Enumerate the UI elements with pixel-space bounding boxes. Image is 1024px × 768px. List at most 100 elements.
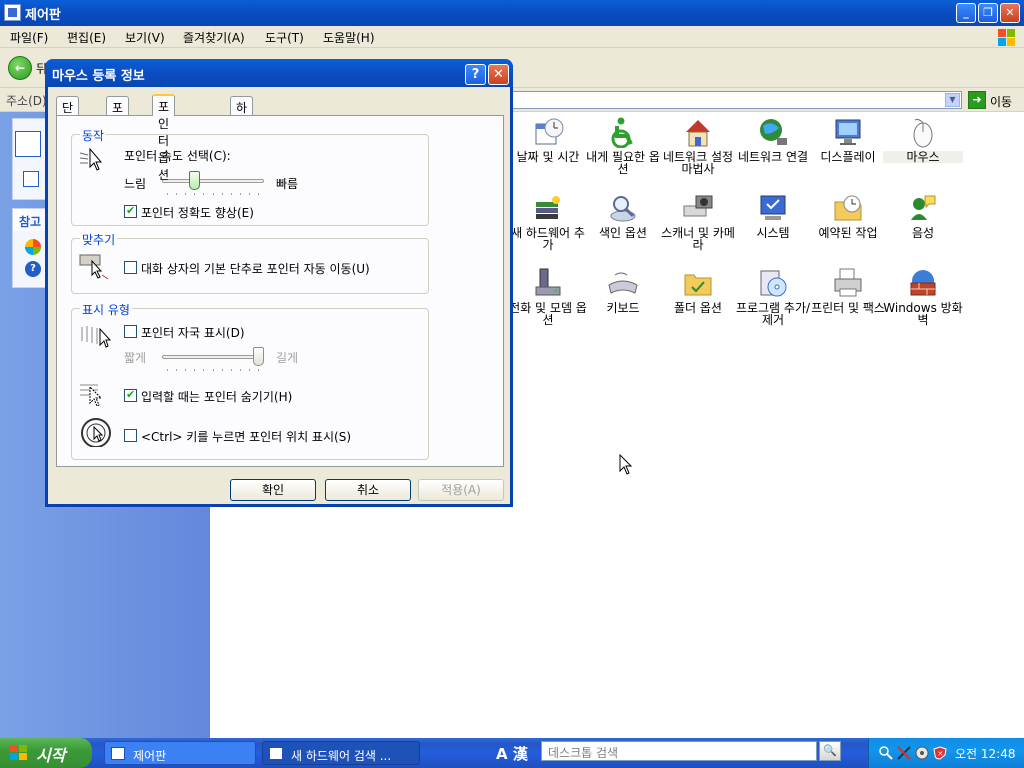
visibility-group-title: 표시 유형 bbox=[80, 301, 132, 318]
snap-checkbox[interactable] bbox=[124, 261, 137, 274]
fast-label: 빠름 bbox=[276, 177, 299, 191]
slider-tick bbox=[212, 369, 214, 371]
slider-tick bbox=[194, 193, 196, 195]
cp-item-phone-modem[interactable]: 전화 및 모뎀 옵션 bbox=[508, 267, 588, 326]
precision-label[interactable]: 포인터 정확도 향상(E) bbox=[141, 204, 254, 221]
window-title: 제어판 bbox=[25, 8, 61, 23]
windows-update-icon[interactable] bbox=[25, 239, 41, 255]
tab-pointers[interactable]: 포인터 bbox=[106, 96, 130, 149]
close-button[interactable]: ✕ bbox=[1000, 3, 1020, 23]
menu-edit[interactable]: 편집(E) bbox=[67, 29, 106, 46]
ime-indicator[interactable]: A 漢 bbox=[496, 743, 528, 764]
cp-item-scanner-camera[interactable]: 스캐너 및 카메라 bbox=[658, 192, 738, 251]
hide-pointer-label[interactable]: 입력할 때는 포인터 숨기기(H) bbox=[141, 388, 292, 405]
search-icon[interactable]: 🔍 bbox=[819, 741, 841, 761]
desktop-search-input[interactable]: 데스크톱 검색 bbox=[541, 741, 817, 761]
go-button[interactable]: 이동 bbox=[990, 93, 1012, 110]
cancel-button[interactable]: 취소 bbox=[325, 479, 411, 501]
cp-item-keyboard[interactable]: 키보드 bbox=[583, 267, 663, 314]
magnifier-tray-icon[interactable] bbox=[879, 746, 893, 760]
speed-slider-thumb[interactable] bbox=[189, 171, 201, 190]
dialog-title: 마우스 등록 정보 bbox=[52, 69, 145, 84]
cp-item-printers-faxes[interactable]: 프린터 및 팩스 bbox=[808, 267, 888, 314]
cp-item-add-remove-programs[interactable]: 프로그램 추가/제거 bbox=[733, 267, 813, 326]
speed-slider-ticks bbox=[162, 193, 264, 197]
address-label: 주소(D) bbox=[6, 94, 47, 108]
dialog-titlebar[interactable]: 마우스 등록 정보 ? ✕ bbox=[45, 59, 513, 87]
long-label: 길게 bbox=[276, 351, 299, 365]
help-icon[interactable]: ? bbox=[25, 261, 41, 277]
slider-tick bbox=[221, 193, 223, 195]
address-input[interactable]: ▼ bbox=[470, 91, 962, 109]
minimize-button[interactable]: _ bbox=[956, 3, 976, 23]
cp-item-speech[interactable]: 음성 bbox=[883, 192, 963, 239]
start-button[interactable]: 시작 bbox=[0, 738, 92, 768]
apply-button[interactable]: 적용(A) bbox=[418, 479, 504, 501]
network-tray-icon[interactable] bbox=[915, 746, 929, 760]
slider-tick bbox=[176, 193, 178, 195]
menu-help[interactable]: 도움말(H) bbox=[323, 29, 375, 46]
menu-file[interactable]: 파일(F) bbox=[10, 29, 48, 46]
ctrl-location-label[interactable]: <Ctrl> 키를 누르면 포인터 위치 표시(S) bbox=[141, 428, 351, 445]
security-shield-icon[interactable]: ✕ bbox=[933, 746, 947, 760]
slider-tick bbox=[221, 369, 223, 371]
dialog-close-button[interactable]: ✕ bbox=[488, 64, 509, 85]
add-hardware-icon bbox=[532, 192, 564, 224]
short-label: 짧게 bbox=[124, 351, 147, 365]
cp-item-mouse[interactable]: 마우스 bbox=[883, 116, 963, 163]
main-titlebar[interactable]: 제어판 _ ❐ ✕ bbox=[0, 0, 1024, 26]
tools-tray-icon[interactable] bbox=[897, 746, 911, 760]
control-panel-small-icon[interactable] bbox=[23, 171, 39, 187]
mouse-pointer-icon bbox=[619, 454, 633, 475]
system-tray: ✕ 오전 12:48 bbox=[868, 738, 1024, 768]
precision-checkbox[interactable] bbox=[124, 204, 137, 218]
task-control-panel[interactable]: 제어판 bbox=[104, 741, 256, 765]
pointer-trails-icon bbox=[81, 326, 112, 348]
cp-item-add-hardware[interactable]: 새 하드웨어 추가 bbox=[508, 192, 588, 251]
tab-pointer-options[interactable]: 포인터 옵션 bbox=[152, 94, 176, 182]
cp-item-firewall[interactable]: Windows 방화벽 bbox=[883, 267, 963, 326]
cp-item-accessibility[interactable]: 내게 필요한 옵션 bbox=[583, 116, 663, 175]
control-panel-icon bbox=[4, 4, 21, 21]
back-arrow-icon[interactable]: ← bbox=[8, 56, 32, 80]
cp-item-folder-options[interactable]: 폴더 옵션 bbox=[658, 267, 738, 314]
menubar: 파일(F) 편집(E) 보기(V) 즐겨찾기(A) 도구(T) 도움말(H) bbox=[0, 26, 1024, 48]
hide-pointer-checkbox[interactable] bbox=[124, 388, 137, 402]
menu-tools[interactable]: 도구(T) bbox=[265, 29, 304, 46]
accessibility-icon bbox=[607, 116, 639, 149]
trails-checkbox[interactable] bbox=[124, 325, 137, 338]
date-time-icon bbox=[532, 116, 564, 148]
slider-tick bbox=[203, 193, 205, 195]
trails-label[interactable]: 포인터 자국 표시(D) bbox=[141, 324, 245, 341]
cp-item-display[interactable]: 디스플레이 bbox=[808, 116, 888, 163]
slider-tick bbox=[258, 369, 259, 371]
slider-tick bbox=[258, 193, 259, 195]
checklist-icon bbox=[15, 131, 41, 157]
cp-item-indexing[interactable]: 색인 옵션 bbox=[583, 192, 663, 239]
ctrl-location-checkbox[interactable] bbox=[124, 429, 137, 442]
trails-slider-ticks bbox=[162, 369, 264, 373]
slider-tick bbox=[185, 193, 187, 195]
ok-button[interactable]: 확인 bbox=[230, 479, 316, 501]
menu-view[interactable]: 보기(V) bbox=[125, 29, 165, 46]
windows-flag-icon bbox=[10, 745, 28, 761]
cp-item-date-time[interactable]: 날짜 및 시간 bbox=[508, 116, 588, 163]
tab-buttons[interactable]: 단추 bbox=[56, 96, 80, 132]
cp-item-scheduled-tasks[interactable]: 예약된 작업 bbox=[808, 192, 888, 239]
tab-hardware[interactable]: 하드웨어 bbox=[230, 96, 254, 166]
hardware-task-icon bbox=[269, 747, 283, 760]
cp-item-system[interactable]: 시스템 bbox=[733, 192, 813, 239]
cp-item-network-wizard[interactable]: 네트워크 설정 마법사 bbox=[658, 116, 738, 175]
menu-favorites[interactable]: 즐겨찾기(A) bbox=[183, 29, 245, 46]
cp-item-network-connections[interactable]: 네트워크 연결 bbox=[733, 116, 813, 163]
slider-tick bbox=[230, 369, 232, 371]
chevron-down-icon[interactable]: ▼ bbox=[945, 93, 960, 107]
help-button[interactable]: ? bbox=[465, 64, 486, 85]
speed-slider-track[interactable] bbox=[162, 179, 264, 183]
task-new-hardware[interactable]: 새 하드웨어 검색 ... bbox=[262, 741, 420, 765]
snap-label[interactable]: 대화 상자의 기본 단추로 포인터 자동 이동(U) bbox=[141, 260, 370, 277]
add-remove-programs-icon bbox=[757, 267, 789, 299]
go-arrow-icon[interactable]: ➜ bbox=[968, 91, 986, 109]
restore-button[interactable]: ❐ bbox=[978, 3, 998, 23]
mouse-properties-dialog: 마우스 등록 정보 ? ✕ 단추 포인터 포인터 옵션 하드웨어 동작 포인터 … bbox=[45, 59, 513, 507]
